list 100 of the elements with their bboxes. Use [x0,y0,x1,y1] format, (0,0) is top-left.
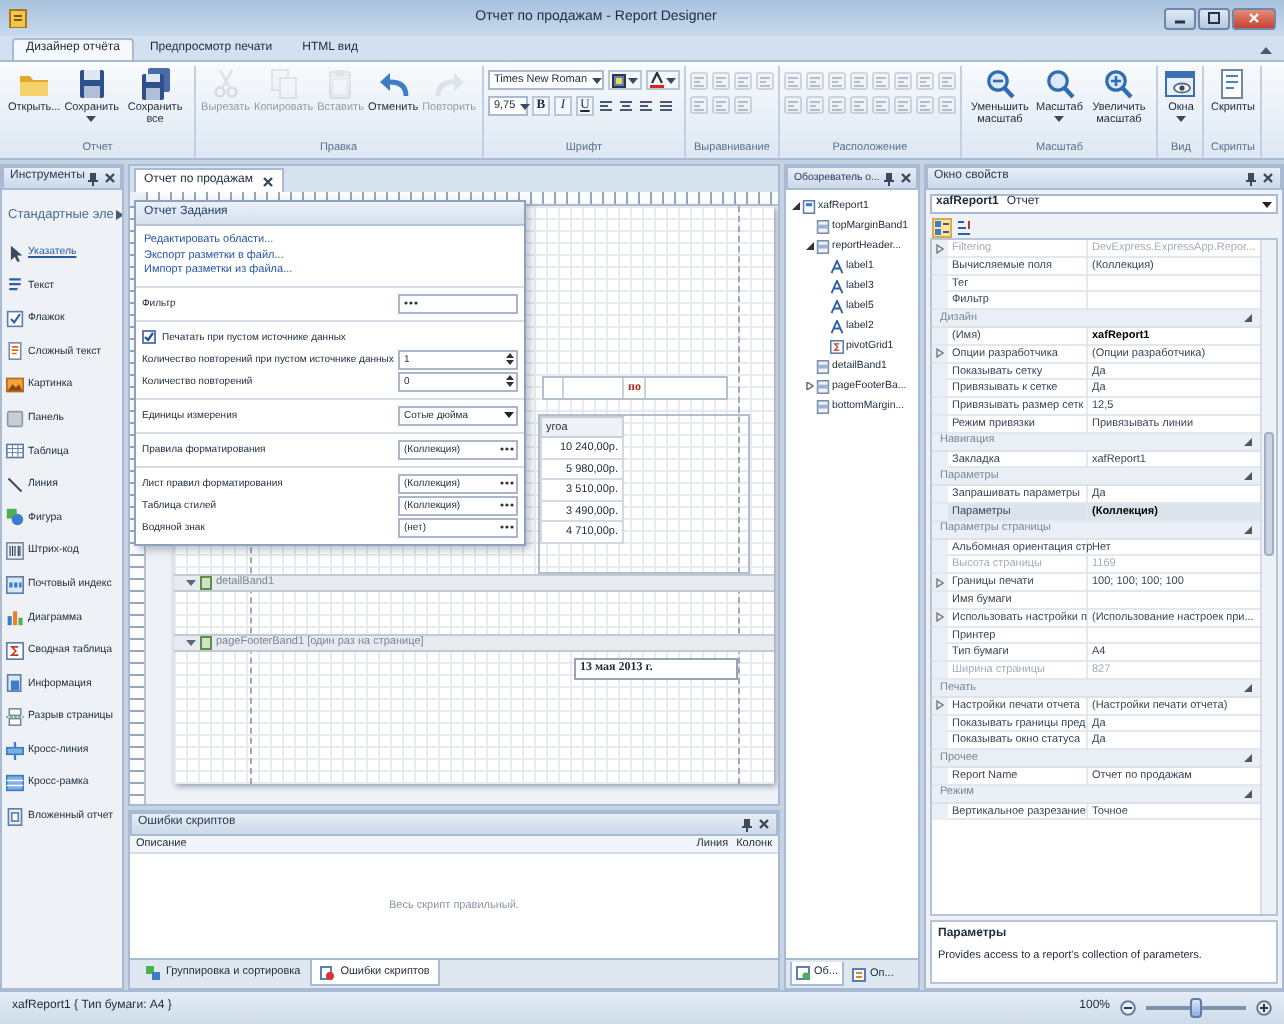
band-icon [200,636,212,650]
sort-list-icon [956,219,972,235]
redo-icon [433,68,466,100]
slider-thumb[interactable] [1190,998,1202,1018]
collapse-icon [1244,314,1252,323]
zoom-out-icon[interactable] [1120,1000,1136,1016]
line-icon [6,475,24,494]
caret-icon [86,116,97,123]
category-list-icon [934,219,950,235]
checkbox-icon [6,309,24,328]
window-eye-icon [1164,68,1197,100]
close-icon [262,175,275,187]
cross-band-icon [6,774,24,793]
highlight-color-button[interactable] [607,70,642,90]
caret-icon [1262,201,1272,207]
zoom-in-icon[interactable] [1256,1000,1272,1016]
caret-icon [186,640,196,646]
subreport-icon [6,807,24,826]
maximize-icon [1208,12,1220,24]
picture-icon [6,375,24,394]
properties-icon [852,967,867,981]
error-list-icon [320,965,335,979]
barcode-icon [6,541,24,560]
ellipsis-icon[interactable] [500,446,514,453]
caret-icon [665,77,676,83]
expand-arrow-icon[interactable] [805,382,813,390]
info-icon [6,674,24,693]
pin-icon [88,171,99,185]
script-document-icon [1216,68,1249,100]
report-icon [802,199,816,213]
collapse-arrow-icon[interactable] [791,202,799,210]
band-icon [200,576,212,590]
spin-arrows-icon[interactable] [506,352,514,367]
collapse-arrow-icon[interactable] [805,242,813,250]
document-icon [6,342,24,361]
label-icon [830,299,844,313]
collapse-icon [1244,472,1252,481]
ellipsis-icon[interactable] [500,524,514,531]
collapse-icon [1244,683,1252,692]
copy-icon [267,68,300,100]
expand-icon[interactable] [936,612,944,623]
maximize-button[interactable] [1198,7,1230,29]
ellipsis-icon[interactable] [500,502,514,509]
panel-icon [6,409,24,428]
ellipsis-icon[interactable] [500,480,514,487]
caret-icon [504,412,514,419]
label-icon [830,319,844,333]
ribbon-collapse-icon[interactable] [1260,46,1272,54]
font-color-button[interactable] [645,70,680,90]
caret-icon [591,77,602,83]
checkbox[interactable] [142,330,156,345]
expand-arrow-icon[interactable] [115,210,122,221]
expand-icon[interactable] [936,577,944,588]
paragraph-align-icon[interactable] [597,98,614,114]
zoom-in-icon [1102,68,1135,100]
pin-icon [883,171,894,185]
scrollbar-thumb[interactable] [1264,432,1274,556]
paragraph-align-icon[interactable] [657,98,674,114]
undo-icon [377,68,410,100]
scissors-icon [209,68,242,100]
clipboard-icon [324,68,357,100]
minimize-button[interactable] [1164,7,1196,29]
ellipsis-icon[interactable] [404,300,418,307]
highlighter-icon [611,73,626,87]
text-lines-icon [6,276,24,295]
floppy-disks-icon [139,68,172,100]
shapes-icon [6,508,24,527]
app-icon [8,8,28,28]
expand-icon[interactable] [936,348,944,359]
zoom-out-icon [983,68,1016,100]
code-boxes-icon [6,575,24,594]
sort-button[interactable] [932,217,952,237]
close-icon [104,172,117,184]
caret-icon [627,77,638,83]
cursor-icon [6,243,24,262]
caret-icon [1175,116,1186,123]
pin-icon [742,817,752,831]
spin-arrows-icon[interactable] [506,374,514,389]
text-field[interactable] [398,293,518,314]
sigma-icon [6,641,24,660]
scrollbar[interactable] [1260,240,1276,914]
pin-icon [1246,171,1256,185]
expand-icon[interactable] [936,700,944,711]
paragraph-align-icon[interactable] [637,98,654,114]
label-icon [830,259,844,273]
sigma-icon [830,339,844,353]
paragraph-align-icon[interactable] [617,98,634,114]
caret-icon [186,580,196,586]
sort-button[interactable] [954,217,974,237]
close-icon [1248,12,1260,24]
close-icon [1262,172,1274,184]
caret-icon [1054,116,1065,123]
bar-chart-icon [6,608,24,627]
page-break-icon [6,707,24,726]
font-color-icon [649,72,664,88]
collapse-icon [1244,789,1252,798]
magnifier-icon [1043,68,1076,100]
close-button[interactable] [1232,7,1276,29]
close-icon [899,172,912,184]
collapse-icon [1244,437,1252,446]
